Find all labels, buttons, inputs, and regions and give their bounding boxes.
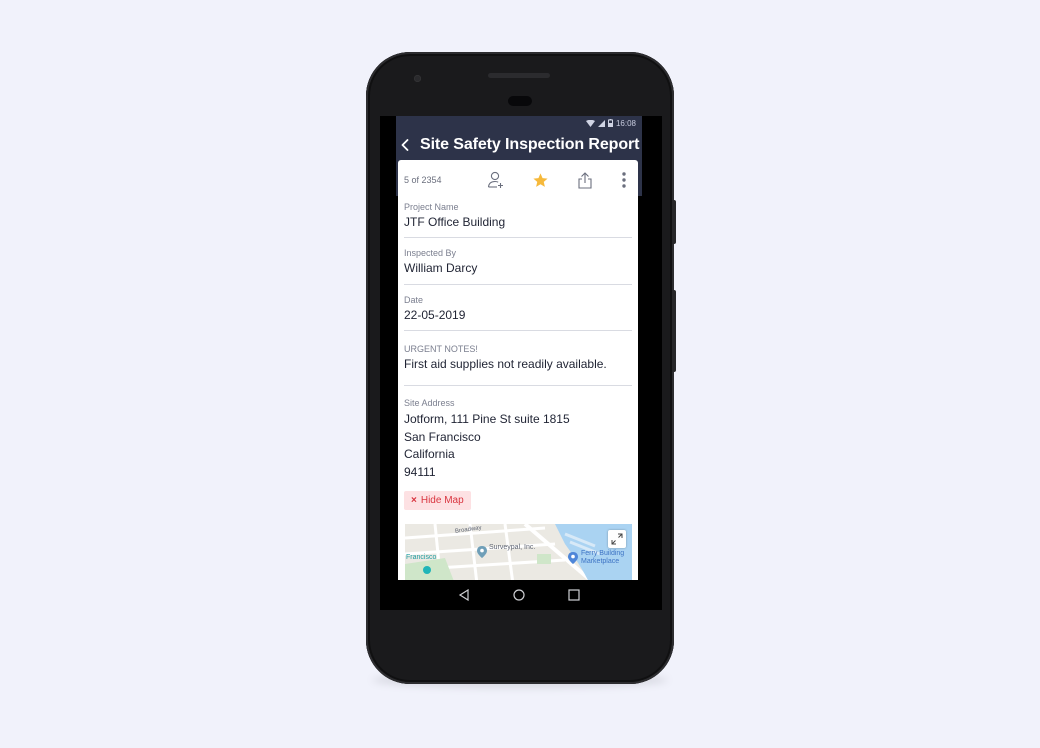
field-label: Project Name: [404, 202, 459, 212]
field-site-address: Site Address Jotform, 111 Pine St suite …: [404, 386, 632, 510]
front-camera: [414, 75, 421, 82]
hide-map-label: Hide Map: [420, 495, 464, 506]
phone-screen: 16:08 Site Safety Inspection Report 5 of…: [380, 116, 662, 610]
battery-icon: [607, 119, 613, 127]
nav-home-icon[interactable]: [513, 589, 525, 601]
address-line: Jotform, 111 Pine St suite 1815: [404, 412, 570, 426]
signal-icon: [597, 119, 605, 127]
share-icon: [578, 171, 592, 189]
map-label-francisco: Francisco: [406, 554, 437, 561]
proximity-sensor: [508, 96, 532, 106]
card-toolbar: 5 of 2354: [398, 160, 638, 200]
page-title: Site Safety Inspection Report: [420, 136, 640, 153]
earpiece-speaker: [488, 73, 550, 78]
star-icon: [532, 172, 548, 187]
field-inspected-by: Inspected By William Darcy: [404, 238, 632, 285]
field-label: Inspected By: [404, 248, 457, 258]
nav-back-icon[interactable]: [458, 589, 470, 601]
star-button[interactable]: [530, 170, 550, 190]
assign-user-icon: [487, 171, 503, 188]
power-button: [672, 290, 676, 372]
status-bar: 16:08: [396, 116, 642, 130]
address-line: California: [404, 447, 455, 461]
wifi-icon: [585, 119, 595, 127]
close-icon: ×: [411, 495, 417, 506]
more-options-button[interactable]: [614, 170, 634, 190]
field-label: Site Address: [404, 398, 455, 408]
field-date: Date 22-05-2019: [404, 285, 632, 331]
site-map[interactable]: Broadway Surveypal, Inc. Ferry Building …: [405, 524, 632, 584]
hide-map-button[interactable]: × Hide Map: [404, 491, 471, 510]
status-time: 16:08: [615, 118, 636, 128]
volume-button: [672, 200, 676, 244]
assign-user-button[interactable]: [486, 170, 506, 190]
expand-icon: [611, 533, 623, 545]
submission-card: 5 of 2354 Project Name JTF Office Buildi…: [398, 160, 638, 584]
map-expand-button[interactable]: [608, 530, 626, 548]
field-project-name: Project Name JTF Office Building: [404, 200, 632, 238]
map-label-ferry-building: Ferry Building: [581, 550, 625, 557]
map-label-ferry-marketplace: Marketplace: [581, 558, 620, 565]
android-nav-bar: [396, 580, 642, 610]
share-button[interactable]: [575, 170, 595, 190]
field-value: 22-05-2019: [404, 308, 466, 322]
field-label: Date: [404, 295, 424, 305]
chevron-left-icon: [401, 139, 409, 151]
field-label: URGENT NOTES!: [404, 344, 478, 354]
address-line: San Francisco: [404, 429, 481, 444]
nav-recents-icon[interactable]: [568, 589, 580, 601]
app-bar: Site Safety Inspection Report: [396, 130, 642, 160]
back-button[interactable]: [394, 130, 416, 160]
field-urgent-notes: URGENT NOTES! First aid supplies not rea…: [404, 331, 632, 386]
field-value: JTF Office Building: [404, 215, 506, 229]
map-label-surveypal: Surveypal, Inc.: [489, 544, 536, 551]
address-line: 94111: [404, 464, 436, 479]
submission-counter: 5 of 2354: [404, 175, 442, 185]
field-value: William Darcy: [404, 261, 478, 275]
field-value: First aid supplies not readily available…: [404, 357, 607, 371]
more-vertical-icon: [622, 172, 626, 188]
